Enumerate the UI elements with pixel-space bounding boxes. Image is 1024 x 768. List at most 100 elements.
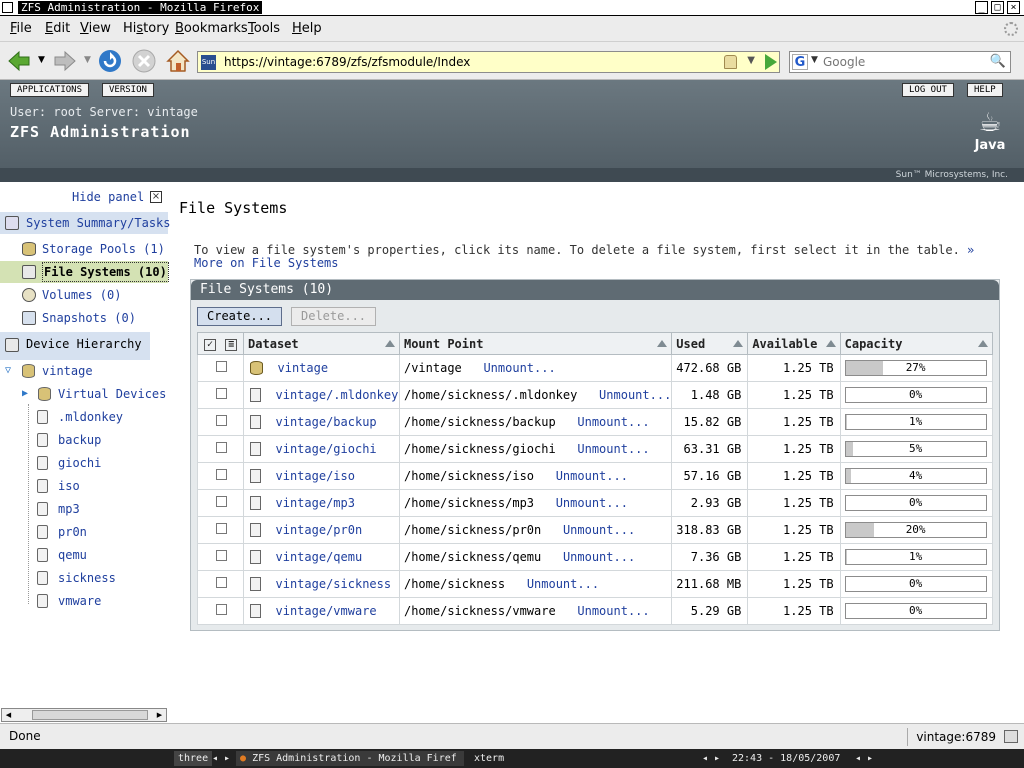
expand-arrow-icon[interactable]: ▶ xyxy=(22,383,28,405)
tree-dataset-pr0n[interactable]: pr0n xyxy=(0,521,168,543)
unmount-link[interactable]: Unmount... xyxy=(556,496,628,510)
taskbar-arrows-icon[interactable]: ◂ ▸ xyxy=(698,751,724,766)
scroll-right-arrow-icon[interactable]: ▶ xyxy=(154,710,165,720)
dataset-link[interactable]: vintage/sickness xyxy=(276,577,392,591)
sort-ascending-icon[interactable] xyxy=(657,340,668,347)
dataset-link[interactable]: vintage/vmware xyxy=(276,604,377,618)
url-text[interactable]: https://vintage:6789/zfs/zfsmodule/Index xyxy=(224,55,470,69)
tree-virtual-devices[interactable]: ▶ Virtual Devices xyxy=(0,383,168,405)
tree-dataset-backup[interactable]: backup xyxy=(0,429,168,451)
menu-help[interactable]: Help xyxy=(292,21,322,36)
unmount-link[interactable]: Unmount... xyxy=(563,523,635,537)
unmount-link[interactable]: Unmount... xyxy=(599,388,671,402)
mount-point-column-header[interactable]: Mount Point xyxy=(398,332,673,355)
unmount-link[interactable]: Unmount... xyxy=(563,550,635,564)
lock-icon[interactable] xyxy=(724,55,737,69)
menu-bookmarks[interactable]: Bookmarks xyxy=(175,21,248,36)
unmount-link[interactable]: Unmount... xyxy=(483,361,555,375)
tree-dataset-mp3[interactable]: mp3 xyxy=(0,498,168,520)
collapse-arrow-icon[interactable]: ▽ xyxy=(5,360,11,382)
nav-storage-pools[interactable]: Storage Pools (1) xyxy=(0,238,168,260)
unmount-link[interactable]: Unmount... xyxy=(577,415,649,429)
menu-file[interactable]: File xyxy=(10,21,32,36)
help-button[interactable]: HELP xyxy=(967,83,1003,97)
dataset-link[interactable]: vintage/.mldonkey xyxy=(276,388,399,402)
menu-history[interactable]: History xyxy=(123,21,169,36)
nav-volumes[interactable]: Volumes (0) xyxy=(0,284,168,306)
select-all-icon[interactable]: ✓ xyxy=(204,339,216,351)
window-titlebar[interactable]: ZFS Administration - Mozilla Firefox _ □… xyxy=(0,0,1024,16)
tree-dataset-mldonkey[interactable]: .mldonkey xyxy=(0,406,168,428)
sort-ascending-icon[interactable] xyxy=(733,340,744,347)
sort-ascending-icon[interactable] xyxy=(825,340,836,347)
applications-button[interactable]: APPLICATIONS xyxy=(10,83,90,97)
row-checkbox[interactable] xyxy=(216,496,227,507)
row-checkbox[interactable] xyxy=(216,415,227,426)
window-menu-icon[interactable] xyxy=(2,2,13,13)
row-checkbox[interactable] xyxy=(216,550,227,561)
nav-file-systems[interactable]: File Systems (10) xyxy=(0,261,169,283)
reload-icon[interactable] xyxy=(97,48,123,74)
tree-pool-vintage[interactable]: ▽ vintage xyxy=(0,360,168,382)
row-checkbox[interactable] xyxy=(216,442,227,453)
row-checkbox[interactable] xyxy=(216,604,227,615)
dataset-link[interactable]: vintage/iso xyxy=(276,469,355,483)
tree-dataset-giochi[interactable]: giochi xyxy=(0,452,168,474)
row-checkbox[interactable] xyxy=(216,388,227,399)
capacity-column-header[interactable]: Capacity xyxy=(839,332,994,355)
dataset-link[interactable]: vintage/mp3 xyxy=(276,496,355,510)
row-checkbox[interactable] xyxy=(216,361,227,372)
left-panel-horizontal-scrollbar[interactable]: ◀ ▶ xyxy=(1,708,167,722)
scroll-left-arrow-icon[interactable]: ◀ xyxy=(3,710,14,720)
create-button[interactable]: Create... xyxy=(197,307,283,326)
maximize-button[interactable]: □ xyxy=(991,1,1004,14)
tree-dataset-iso[interactable]: iso xyxy=(0,475,168,497)
search-magnifier-icon[interactable]: 🔍 xyxy=(990,54,1006,69)
back-history-dropdown-icon[interactable]: ▼ xyxy=(38,55,45,65)
desktop-switcher[interactable]: three xyxy=(174,751,213,766)
dataset-link[interactable]: vintage/giochi xyxy=(276,442,377,456)
used-column-header[interactable]: Used xyxy=(671,332,749,355)
menu-edit[interactable]: Edit xyxy=(45,21,70,36)
unmount-link[interactable]: Unmount... xyxy=(527,577,599,591)
minimize-button[interactable]: _ xyxy=(975,1,988,14)
go-button-icon[interactable] xyxy=(765,54,777,70)
hide-panel-close-icon[interactable]: × xyxy=(150,191,162,203)
forward-arrow-icon[interactable] xyxy=(52,48,78,74)
menu-tools[interactable]: Tools xyxy=(248,21,280,36)
forward-history-dropdown-icon[interactable]: ▼ xyxy=(84,55,91,65)
tree-dataset-vmware[interactable]: vmware xyxy=(0,590,168,612)
desktop-arrows-icon[interactable]: ◂ ▸ xyxy=(208,751,234,766)
home-icon[interactable] xyxy=(165,48,191,74)
deselect-all-icon[interactable]: ≡ xyxy=(225,339,238,351)
hide-panel-link[interactable]: Hide panel xyxy=(72,190,144,204)
version-button[interactable]: VERSION xyxy=(102,83,154,97)
row-checkbox[interactable] xyxy=(216,577,227,588)
url-history-dropdown-icon[interactable]: ▼ xyxy=(747,55,755,66)
stop-icon[interactable] xyxy=(131,48,157,74)
url-bar[interactable]: Sun https://vintage:6789/zfs/zfsmodule/I… xyxy=(197,51,780,73)
back-arrow-icon[interactable] xyxy=(6,48,32,74)
sort-ascending-icon[interactable] xyxy=(978,340,988,347)
unmount-link[interactable]: Unmount... xyxy=(556,469,628,483)
delete-button[interactable]: Delete... xyxy=(291,307,377,326)
row-checkbox[interactable] xyxy=(216,523,227,534)
unmount-link[interactable]: Unmount... xyxy=(577,604,649,618)
scroll-thumb[interactable] xyxy=(32,710,148,720)
close-button[interactable]: × xyxy=(1007,1,1020,14)
logout-button[interactable]: LOG OUT xyxy=(902,83,954,97)
available-column-header[interactable]: Available xyxy=(747,332,841,355)
taskbar-firefox[interactable]: ● ZFS Administration - Mozilla Firef xyxy=(236,751,464,766)
search-input[interactable] xyxy=(823,55,973,69)
nav-system-summary[interactable]: System Summary/Tasks xyxy=(0,212,171,234)
unmount-link[interactable]: Unmount... xyxy=(577,442,649,456)
search-box[interactable]: G ▼ 🔍 xyxy=(789,51,1011,73)
search-engine-icon[interactable]: G xyxy=(792,54,808,70)
row-checkbox[interactable] xyxy=(216,469,227,480)
dataset-link[interactable]: vintage/qemu xyxy=(276,550,363,564)
tree-dataset-sickness[interactable]: sickness xyxy=(0,567,168,589)
menu-view[interactable]: View xyxy=(80,21,111,36)
tree-dataset-qemu[interactable]: qemu xyxy=(0,544,168,566)
dataset-link[interactable]: vintage/pr0n xyxy=(276,523,363,537)
dataset-link[interactable]: vintage/backup xyxy=(276,415,377,429)
